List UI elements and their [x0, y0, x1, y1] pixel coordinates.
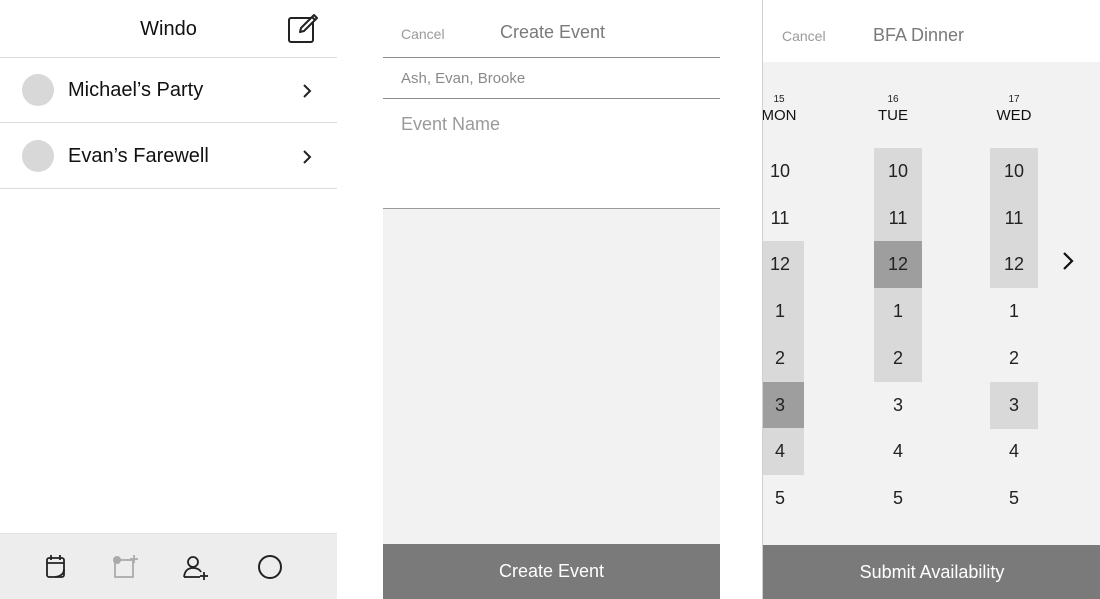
events-list-screen: Windo Michael’s Party Evan’s Farewell: [0, 0, 337, 599]
divider: [383, 57, 720, 58]
compose-icon[interactable]: [286, 12, 320, 46]
time-slot-wed-5[interactable]: 5: [990, 475, 1038, 522]
calendar-icon[interactable]: [41, 552, 71, 582]
time-slot-mon-1[interactable]: 1: [763, 288, 804, 336]
time-slot-mon-12[interactable]: 12: [763, 241, 804, 289]
time-slot-mon-4[interactable]: 4: [763, 428, 804, 476]
time-slot-mon-3[interactable]: 3: [763, 381, 804, 429]
day-number: 15: [773, 94, 785, 105]
divider: [383, 98, 720, 99]
time-slot-mon-11[interactable]: 11: [763, 195, 804, 242]
availability-screen: Cancel BFA Dinner 15 MON 16 TUE 17 WED 1…: [762, 0, 1100, 599]
chevron-right-icon: [303, 150, 312, 164]
avatar: [22, 74, 54, 106]
time-slot-wed-2[interactable]: 2: [990, 335, 1038, 382]
add-event-icon[interactable]: [110, 552, 140, 582]
event-row-evans-farewell[interactable]: Evan’s Farewell: [0, 124, 337, 189]
day-number: 17: [1008, 94, 1020, 105]
time-slot-wed-1[interactable]: 1: [990, 288, 1038, 335]
day-name: WED: [996, 107, 1032, 124]
time-slot-mon-10[interactable]: 10: [763, 148, 804, 195]
time-slot-wed-11[interactable]: 11: [990, 194, 1038, 242]
time-slot-tue-3[interactable]: 3: [874, 382, 922, 429]
time-slot-mon-2[interactable]: 2: [763, 334, 804, 382]
nav-header: Windo: [0, 0, 337, 58]
event-row-label: Michael’s Party: [68, 79, 204, 101]
time-slot-tue-1[interactable]: 1: [874, 288, 922, 336]
time-slot-tue-4[interactable]: 4: [874, 428, 922, 475]
create-event-form: Cancel Create Event Ash, Evan, Brooke Ev…: [383, 0, 720, 209]
time-slot-wed-4[interactable]: 4: [990, 428, 1038, 475]
time-slot-tue-5[interactable]: 5: [874, 475, 922, 522]
time-slot-tue-12[interactable]: 12: [874, 241, 922, 289]
day-number: 16: [887, 94, 899, 105]
event-row-label: Evan’s Farewell: [68, 145, 209, 167]
time-slot-tue-11[interactable]: 11: [874, 194, 922, 242]
time-slot-wed-12[interactable]: 12: [990, 241, 1038, 289]
time-slot-wed-3[interactable]: 3: [990, 381, 1038, 429]
circle-icon[interactable]: [255, 552, 285, 582]
time-slot-tue-10[interactable]: 10: [874, 148, 922, 195]
submit-availability-button[interactable]: Submit Availability: [763, 545, 1100, 599]
nav-header: Cancel BFA Dinner: [763, 0, 1100, 62]
event-name-field[interactable]: Event Name: [401, 114, 500, 135]
add-person-icon[interactable]: [181, 552, 211, 582]
create-event-screen: Cancel Create Event Ash, Evan, Brooke Ev…: [383, 0, 720, 599]
time-slot-mon-5[interactable]: 5: [763, 475, 804, 522]
event-row-michaels-party[interactable]: Michael’s Party: [0, 58, 337, 123]
cancel-button[interactable]: Cancel: [401, 26, 445, 42]
page-title: BFA Dinner: [873, 25, 965, 45]
day-name: MON: [762, 107, 797, 124]
time-slot-wed-10[interactable]: 10: [990, 148, 1038, 195]
chevron-right-icon[interactable]: [1060, 250, 1076, 272]
tab-bar: [0, 533, 337, 599]
time-slot-tue-2[interactable]: 2: [874, 334, 922, 382]
page-title: Create Event: [500, 22, 606, 42]
chevron-right-icon: [303, 84, 312, 98]
participants-field[interactable]: Ash, Evan, Brooke: [401, 70, 525, 87]
day-name: TUE: [878, 107, 908, 124]
create-event-button[interactable]: Create Event: [383, 544, 720, 599]
cancel-button[interactable]: Cancel: [782, 28, 826, 44]
avatar: [22, 140, 54, 172]
